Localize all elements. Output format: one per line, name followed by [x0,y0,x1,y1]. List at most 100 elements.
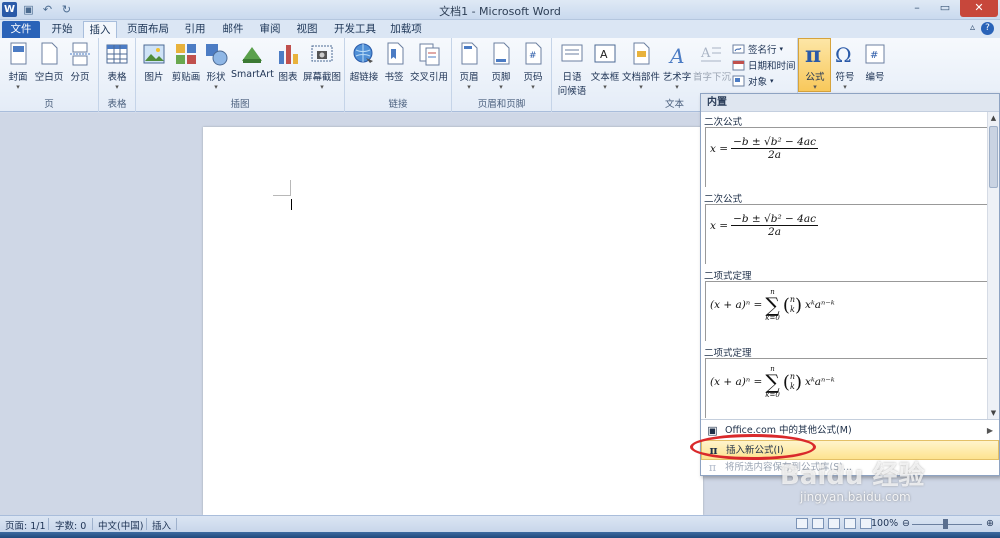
bookmark-button[interactable]: 书签 [382,41,406,83]
quick-parts-button[interactable]: 文档部件 ▾ [622,41,660,91]
number-button[interactable]: # 编号 [862,41,888,83]
blank-page-icon [41,42,58,65]
tab-insert[interactable]: 插入 [83,21,117,38]
formula-item-quadratic[interactable]: 二次公式 x = −b ± √b² − 4ac 2a [701,112,989,189]
svg-text:π: π [805,42,821,67]
page-number-button[interactable]: # 页码 ▾ [520,41,546,91]
shapes-button[interactable]: 形状 ▾ [203,41,229,91]
windows-taskbar [0,532,1000,538]
tab-file[interactable]: 文件 [2,21,40,38]
page-count[interactable]: 页面: 1/1 [5,518,46,532]
header-button[interactable]: 页眉 ▾ [456,41,482,91]
tab-developer[interactable]: 开发工具 [330,21,380,38]
web-layout-icon[interactable] [828,518,840,529]
quadratic-formula: x = −b ± √b² − 4ac 2a [710,136,818,161]
shapes-icon [206,44,228,66]
zoom-in-icon[interactable]: ⊕ [986,518,994,529]
tab-review[interactable]: 审阅 [253,21,287,38]
group-tables: 表格 ▾ 表格 [99,38,136,112]
minimize-button[interactable]: – [904,0,930,17]
scroll-thumb[interactable] [989,126,998,188]
picture-icon [143,44,165,64]
hyperlink-button[interactable]: 超链接 [348,41,380,83]
tab-page-layout[interactable]: 页面布局 [122,21,174,38]
screenshot-button[interactable]: 屏幕截图 ▾ [302,41,342,91]
print-layout-icon[interactable] [796,518,808,529]
svg-text:#: # [529,51,537,61]
cover-page-icon [10,42,27,65]
quick-parts-icon [633,42,650,65]
table-button[interactable]: 表格 ▾ [104,41,130,91]
margin-mark [290,180,291,196]
group-links: 超链接 书签 交叉引用 链接 [345,38,452,112]
baidu-watermark: Baidu 经验 [780,461,925,491]
insert-mode[interactable]: 插入 [152,518,171,532]
scroll-down-icon[interactable]: ▼ [988,407,999,419]
omega-icon: Ω [835,43,852,67]
zoom-slider-thumb[interactable] [943,519,948,529]
close-button[interactable]: ✕ [960,0,998,17]
tab-references[interactable]: 引用 [178,21,212,38]
gallery-scrollbar[interactable]: ▲ ▼ [987,112,999,419]
scroll-up-icon[interactable]: ▲ [988,112,999,124]
symbol-button[interactable]: Ω 符号 ▾ [832,41,858,91]
group-header-footer: 页眉 ▾ 页脚 ▾ # 页码 ▾ 页眉和页脚 [452,38,552,112]
tab-home[interactable]: 开始 [44,21,80,38]
formula-gallery-dropdown: 内置 二次公式 x = −b ± √b² − 4ac 2a 二次公式 x = −b… [700,93,1000,476]
margin-mark [273,195,291,196]
formula-item-binomial[interactable]: 二项式定理 (x + a)ⁿ = n ∑ k=0 (n k) xᵏaⁿ⁻ᵏ [701,343,989,419]
japanese-greeting-button[interactable]: 日语 问候语 [556,41,588,97]
tab-mailings[interactable]: 邮件 [216,21,250,38]
blank-page-button[interactable]: 空白页 [34,41,64,83]
ribbon-tabs: 文件 开始 插入 页面布局 引用 邮件 审阅 视图 开发工具 加载项 ▵ ? [0,20,1000,38]
drop-cap-button[interactable]: A 首字下沉 [693,41,731,83]
textbox-button[interactable]: A 文本框 ▾ [590,41,620,91]
formula-item-binomial[interactable]: 二项式定理 (x + a)ⁿ = n ∑ k=0 (n k) xᵏaⁿ⁻ᵏ [701,266,989,343]
word-count[interactable]: 字数: 0 [55,518,86,532]
clipart-button[interactable]: 剪贴画 [169,41,203,83]
greeting-icon [561,44,583,62]
page-break-icon [70,42,90,66]
picture-button[interactable]: 图片 [141,41,167,83]
language-indicator[interactable]: 中文(中国) [98,518,143,532]
tab-addins[interactable]: 加载项 [385,21,427,38]
signature-line-button[interactable]: 签名行 ▾ [732,42,783,56]
number-icon: # [865,44,885,64]
document-page[interactable] [203,127,703,515]
cover-page-button[interactable]: 封面 ▾ [5,41,31,91]
view-buttons [796,518,872,529]
chart-button[interactable]: 图表 [275,41,301,83]
footer-icon [493,42,510,65]
globe-icon [353,43,373,63]
help-icon[interactable]: ? [981,22,994,35]
zoom-level[interactable]: 100% [871,518,898,529]
bookmark-icon [387,42,404,65]
full-screen-icon[interactable] [812,518,824,529]
screenshot-icon [311,45,333,62]
svg-text:A: A [600,48,608,61]
drop-cap-icon: A [700,46,721,62]
collapse-ribbon-icon[interactable]: ▵ [970,22,975,35]
text-caret [291,199,292,210]
object-button[interactable]: 对象 ▾ [732,74,774,88]
svg-text:Ω: Ω [835,43,852,67]
formula-button[interactable]: π 公式 ▾ [800,41,830,91]
cross-reference-button[interactable]: 交叉引用 [408,41,450,83]
textbox-icon: A [594,44,616,63]
wordart-button[interactable]: A 艺术字 ▾ [660,41,694,91]
smartart-button[interactable]: SmartArt [231,41,274,80]
outline-icon[interactable] [844,518,856,529]
pi-icon: π [805,42,821,67]
tab-view[interactable]: 视图 [290,21,324,38]
object-icon [732,75,745,87]
binomial-formula: (x + a)ⁿ = n ∑ k=0 (n k) xᵏaⁿ⁻ᵏ [710,365,835,399]
maximize-button[interactable]: ▭ [932,0,958,17]
date-time-button[interactable]: 日期和时间 [732,58,796,72]
page-break-button[interactable]: 分页 [67,41,93,83]
formula-item-quadratic[interactable]: 二次公式 x = −b ± √b² − 4ac 2a [701,189,989,266]
clipart-icon [176,44,196,64]
footer-button[interactable]: 页脚 ▾ [488,41,514,91]
calendar-icon [732,60,745,71]
submenu-arrow-icon: ▶ [986,426,993,435]
zoom-out-icon[interactable]: ⊖ [902,518,910,529]
